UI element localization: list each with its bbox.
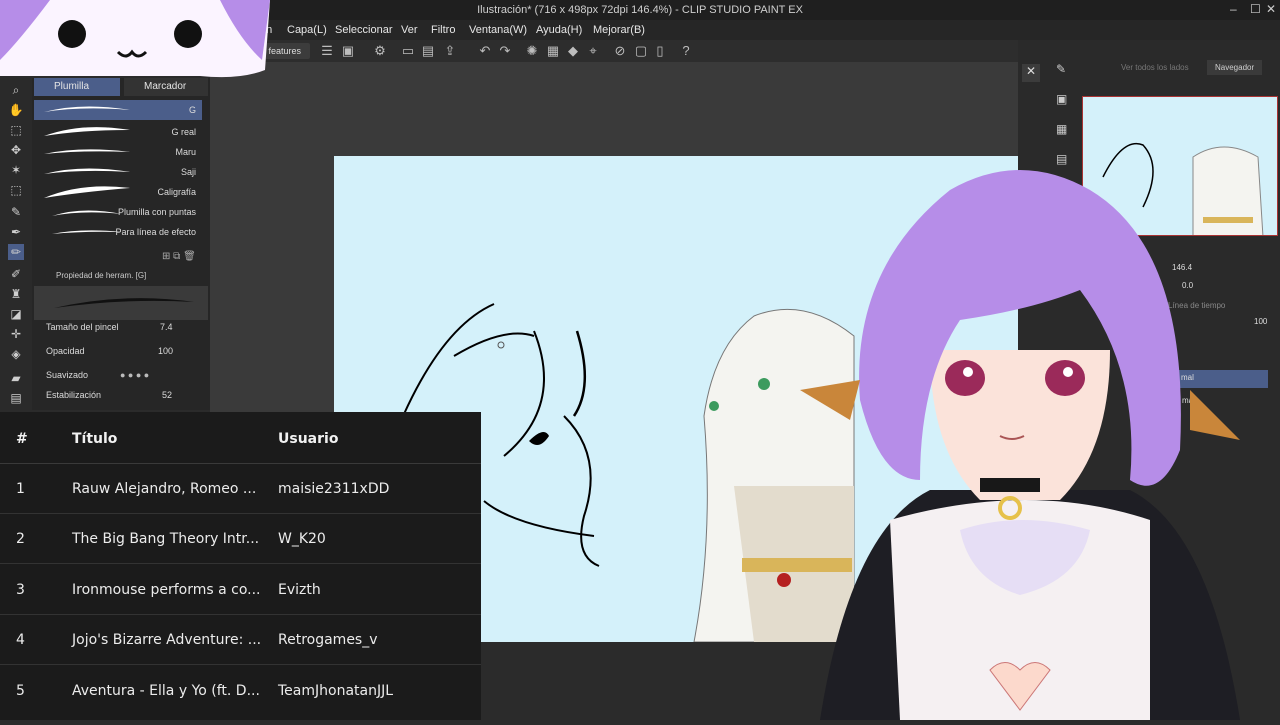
transform-icon[interactable]: ⌖ [585,43,601,59]
tool-column: ⌕ ✋ ⬚ ✥ ✶ ⬚ ✎ ✒ ✏ ✐ ♜ ◪ ✛ ◈ ▰ ▤ [0,80,32,410]
eyedropper-icon[interactable]: ✎ [8,204,24,220]
menu-item-view[interactable]: Ver [401,24,418,36]
brush-item[interactable]: Para línea de efecto [34,222,202,242]
magic-wand-icon[interactable]: ✶ [8,162,24,178]
brush-size-row[interactable]: Tamaño del pincel 7.4 [46,322,206,332]
brush-preview [34,286,208,320]
new-file-icon[interactable]: ▭ [400,43,416,59]
decoration-icon[interactable]: ✛ [8,326,24,342]
blend-icon[interactable]: ◈ [8,346,24,362]
toolprop-title: Propiedad de herram. [G] [56,271,147,280]
brush-item[interactable]: Saji [34,162,202,182]
opacity-label: Opacidad [46,346,85,356]
table-row: 3 Ironmouse performs a co... Evizth [0,565,481,615]
bucket-icon[interactable]: ▰ [8,370,24,386]
brush-icon[interactable]: ✐ [8,266,24,282]
menu-item-improve[interactable]: Mejorar(B) [593,24,645,36]
maximize-button[interactable]: ☐ [1250,2,1261,16]
undo-icon[interactable]: ↶ [477,43,493,59]
vtuber-avatar [790,150,1270,720]
select-icon[interactable]: ⊘ [612,43,628,59]
brush-size-value[interactable]: 7.4 [160,322,173,332]
chibi-overlay [0,0,270,80]
subtool-actions-icon[interactable]: ⊞ ⧉ 🗑 [162,251,196,262]
material-panel-icon[interactable]: ▦ [1056,122,1067,136]
close-panel-icon[interactable]: ✕ [1022,64,1040,82]
crop-icon[interactable]: ▯ [652,43,668,59]
hand-icon[interactable]: ✋ [8,102,24,118]
eraser-icon[interactable]: ◪ [8,306,24,322]
tool-property-panel: Propiedad de herram. [G] Tamaño del pinc… [32,268,210,410]
tab-pen[interactable]: Plumilla [34,78,120,96]
brush-item[interactable]: Maru [34,142,202,162]
table-row: 1 Rauw Alejandro, Romeo ... maisie2311xD… [0,464,481,514]
brush-item[interactable]: G real [34,122,202,142]
navigator-tabs: Ver todos los lados Navegador [1085,60,1280,76]
minimize-button[interactable]: – [1230,2,1237,16]
menu-item-window[interactable]: Ventana(W) [469,24,527,36]
tab-all-sides[interactable]: Ver todos los lados [1121,63,1189,72]
move-icon[interactable]: ✥ [8,142,24,158]
brush-size-label: Tamaño del pincel [46,322,119,332]
header-title: Título [72,431,118,447]
song-ranking-table: # Título Usuario 1 Rauw Alejandro, Romeo… [0,412,481,720]
airbrush-icon[interactable]: ♜ [8,286,24,302]
stabilization-value[interactable]: 52 [162,390,172,400]
smoothing-row[interactable]: Suavizado ● ● ● ● [46,370,206,380]
brush-item[interactable]: Plumilla con puntas [34,202,202,222]
invert-icon[interactable]: ▢ [633,43,649,59]
pen-icon[interactable]: ✒ [8,224,24,240]
export-icon[interactable]: ⇪ [442,43,458,59]
paint-bucket-icon[interactable]: ◆ [565,43,581,59]
smoothing-dots-icon[interactable]: ● ● ● ● [120,370,149,380]
menu-item-help[interactable]: Ayuda(H) [536,24,582,36]
opacity-row[interactable]: Opacidad 100 [46,346,206,356]
header-number: # [16,431,28,447]
window-icon[interactable]: ▣ [340,43,356,59]
layer-panel-icon[interactable]: ▣ [1056,92,1067,106]
close-button[interactable]: ✕ [1266,2,1276,16]
menu-item-layer[interactable]: Capa(L) [287,24,327,36]
fill-icon[interactable]: ▦ [545,43,561,59]
redo-icon[interactable]: ↷ [497,43,513,59]
gradient-icon[interactable]: ▤ [8,390,24,406]
subtool-panel: Plumilla Marcador G G real Maru Saji Cal… [32,78,210,268]
clear-icon[interactable]: ✺ [524,43,540,59]
table-row: 5 Aventura - Ella y Yo (ft. D... TeamJho… [16,683,394,699]
menu-icon[interactable]: ☰ [319,43,335,59]
operation-icon[interactable]: ⬚ [8,122,24,138]
help-icon[interactable]: ? [678,43,694,59]
gear-icon[interactable]: ⚙ [372,43,388,59]
menu-item-select[interactable]: Seleccionar [335,24,392,36]
save-icon[interactable]: ▤ [420,43,436,59]
opacity-value[interactable]: 100 [158,346,173,356]
pen-panel-icon[interactable]: ✎ [1056,62,1066,76]
brush-item[interactable]: Caligrafía [34,182,202,202]
table-row: 2 The Big Bang Theory Intr... W_K20 [0,514,481,564]
menu-item-filter[interactable]: Filtro [431,24,455,36]
brush-item[interactable]: G [34,100,202,120]
stabilization-label: Estabilización [46,390,102,400]
tab-navigator[interactable]: Navegador [1207,60,1263,75]
marquee-icon[interactable]: ⬚ [8,182,24,198]
smoothing-label: Suavizado [46,370,89,380]
header-user: Usuario [278,431,339,447]
stabilization-row[interactable]: Estabilización 52 [46,390,206,400]
zoom-icon[interactable]: ⌕ [8,82,24,98]
pencil-icon[interactable]: ✏ [8,244,24,260]
table-header: # Título Usuario [0,412,481,464]
tab-marker[interactable]: Marcador [124,78,208,96]
table-row: 4 Jojo's Bizarre Adventure: ... Retrogam… [0,615,481,665]
